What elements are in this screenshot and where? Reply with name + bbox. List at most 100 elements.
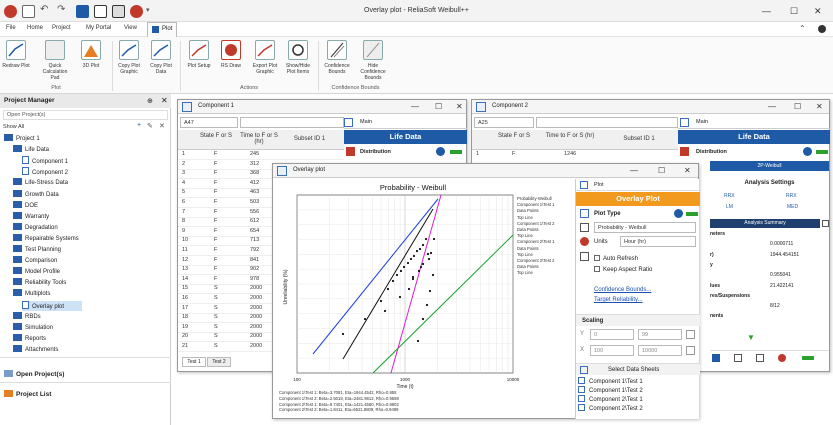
tree-delete-icon[interactable]: ✕ xyxy=(159,122,165,130)
sheet-list-item[interactable]: Component 2\Test 2 xyxy=(578,404,643,412)
time-cell[interactable]: 1246 xyxy=(564,151,576,159)
tree-edit-icon[interactable]: ✎ xyxy=(147,122,153,130)
y-max-input[interactable]: 99 xyxy=(638,329,682,340)
units-select[interactable]: Hour (hr) xyxy=(620,236,696,247)
aspect-ratio-checkbox[interactable]: Keep Aspect Ratio xyxy=(594,266,652,273)
time-cell[interactable]: 2000 xyxy=(250,343,262,351)
tree-item[interactable]: Attachments xyxy=(13,344,58,355)
rs-draw-button[interactable]: RS Draw xyxy=(216,40,246,69)
state-cell[interactable]: F xyxy=(214,228,217,236)
tree-item[interactable]: Reports xyxy=(13,333,46,344)
time-cell[interactable]: 612 xyxy=(250,218,259,226)
tree-item[interactable]: Reliability Tools xyxy=(13,278,66,288)
time-cell[interactable]: 2000 xyxy=(250,285,262,293)
state-cell[interactable]: S xyxy=(214,343,218,351)
calculate-icon[interactable] xyxy=(712,354,720,362)
time-cell[interactable]: 713 xyxy=(250,237,259,245)
minimize-icon[interactable]: — xyxy=(768,102,776,111)
tree-item[interactable]: Project 1 xyxy=(4,134,40,144)
project-list-link[interactable]: Project List xyxy=(4,390,51,398)
tree-item[interactable]: Repairable Systems xyxy=(13,233,79,244)
copy-plot-graphic-button[interactable]: Copy Plot Graphic xyxy=(114,40,144,75)
open-projects-link[interactable]: Open Project(s) xyxy=(4,370,64,378)
tree-item[interactable]: Growth Data xyxy=(13,189,59,200)
plot-setup-button[interactable]: Plot Setup xyxy=(184,40,214,69)
state-cell[interactable]: S xyxy=(214,285,218,293)
cell-ref-box[interactable]: A47 xyxy=(180,117,238,128)
sheet-list-item[interactable]: Component 1\Test 1 xyxy=(578,377,643,385)
time-cell[interactable]: 792 xyxy=(250,247,259,255)
plot-type-select[interactable]: Probability - Weibull xyxy=(594,222,696,233)
info-icon[interactable] xyxy=(436,147,445,156)
close-icon[interactable]: ✕ xyxy=(816,102,823,111)
tree-item[interactable]: RBDs xyxy=(13,311,41,322)
auto-refresh-checkbox[interactable]: Auto Refresh xyxy=(594,255,638,262)
sheet-list-item[interactable]: Component 2\Test 1 xyxy=(578,395,643,403)
state-cell[interactable]: F xyxy=(214,170,217,178)
tree-item[interactable]: Model Profile xyxy=(13,267,60,277)
state-cell[interactable]: S xyxy=(214,305,218,313)
tree-item[interactable]: Multiplots xyxy=(13,289,50,299)
state-cell[interactable]: S xyxy=(214,314,218,322)
time-cell[interactable]: 312 xyxy=(250,161,259,169)
expand-icon[interactable] xyxy=(822,220,829,227)
tree-item[interactable]: Overlay plot xyxy=(22,300,82,311)
maximize-icon[interactable]: ☐ xyxy=(790,6,798,17)
y-lock-checkbox[interactable] xyxy=(686,330,695,339)
state-cell[interactable]: S xyxy=(214,333,218,341)
distribution-select[interactable]: 2P-Weibull xyxy=(710,161,829,171)
target-reliability-link[interactable]: Target Reliability... xyxy=(594,297,643,303)
time-cell[interactable]: 2000 xyxy=(250,305,262,313)
tree-item[interactable]: Life-Stress Data xyxy=(13,178,68,188)
pin-icon[interactable]: ⊕ xyxy=(147,97,153,105)
state-cell[interactable]: F xyxy=(214,266,217,274)
time-cell[interactable]: 245 xyxy=(250,151,259,159)
col-time[interactable]: Time to F or S (hr) xyxy=(238,133,280,145)
time-cell[interactable]: 412 xyxy=(250,180,259,188)
tree-item[interactable]: Degradation xyxy=(13,222,58,233)
tree-item[interactable]: Life Data xyxy=(13,145,49,155)
tab-plot[interactable]: Plot xyxy=(147,22,177,37)
setting-value[interactable]: RRX xyxy=(786,193,797,199)
minimize-icon[interactable]: — xyxy=(411,102,419,111)
menu-file[interactable]: File xyxy=(6,25,16,31)
settings-row[interactable]: RRX RRX xyxy=(710,193,829,202)
confidence-bounds-link[interactable]: Confidence Bounds... xyxy=(594,287,651,293)
plot-icon[interactable] xyxy=(734,354,742,362)
tree-item[interactable]: Test Planning xyxy=(13,245,61,255)
tree-item[interactable]: DOE xyxy=(13,200,38,211)
maximize-icon[interactable]: ☐ xyxy=(658,166,665,175)
state-cell[interactable]: F xyxy=(214,276,217,284)
col-time[interactable]: Time to F or S (hr) xyxy=(538,133,602,139)
sheet-list-item[interactable]: Component 1\Test 2 xyxy=(578,386,643,394)
setting-value[interactable]: RRX xyxy=(724,193,735,199)
time-cell[interactable]: 902 xyxy=(250,266,259,274)
col-subset[interactable]: Subset ID 1 xyxy=(604,136,674,142)
state-cell[interactable]: S xyxy=(214,295,218,303)
table-row[interactable]: 1 F 1246 xyxy=(472,151,678,159)
redraw-plot-button[interactable]: Redraw Plot xyxy=(1,40,31,69)
maximize-icon[interactable]: ☐ xyxy=(435,102,442,111)
report-icon[interactable] xyxy=(756,354,764,362)
setting-value[interactable]: LM xyxy=(726,204,733,210)
minimize-icon[interactable]: — xyxy=(762,6,771,16)
table-row[interactable]: 1 F 245 xyxy=(178,151,344,160)
collapse-ribbon-icon[interactable]: ⌃ xyxy=(799,24,806,33)
menu-view[interactable]: View xyxy=(124,25,137,31)
state-cell[interactable]: F xyxy=(214,247,217,255)
time-cell[interactable]: 2000 xyxy=(250,324,262,332)
state-cell[interactable]: F xyxy=(214,257,217,265)
time-cell[interactable]: 368 xyxy=(250,170,259,178)
state-cell[interactable]: F xyxy=(214,199,217,207)
time-cell[interactable]: 2000 xyxy=(250,314,262,322)
state-cell[interactable]: F xyxy=(512,151,515,159)
close-icon[interactable]: ✕ xyxy=(684,166,691,175)
main-tab-label[interactable]: Main xyxy=(360,119,372,125)
cell-ref-box[interactable]: A25 xyxy=(474,117,534,128)
time-cell[interactable]: 463 xyxy=(250,189,259,197)
settings-row[interactable]: LM MED xyxy=(710,204,829,213)
x-min-input[interactable]: 100 xyxy=(590,345,634,356)
time-cell[interactable]: 978 xyxy=(250,276,259,284)
minimize-icon[interactable]: — xyxy=(630,166,638,175)
info-icon[interactable] xyxy=(803,147,812,156)
